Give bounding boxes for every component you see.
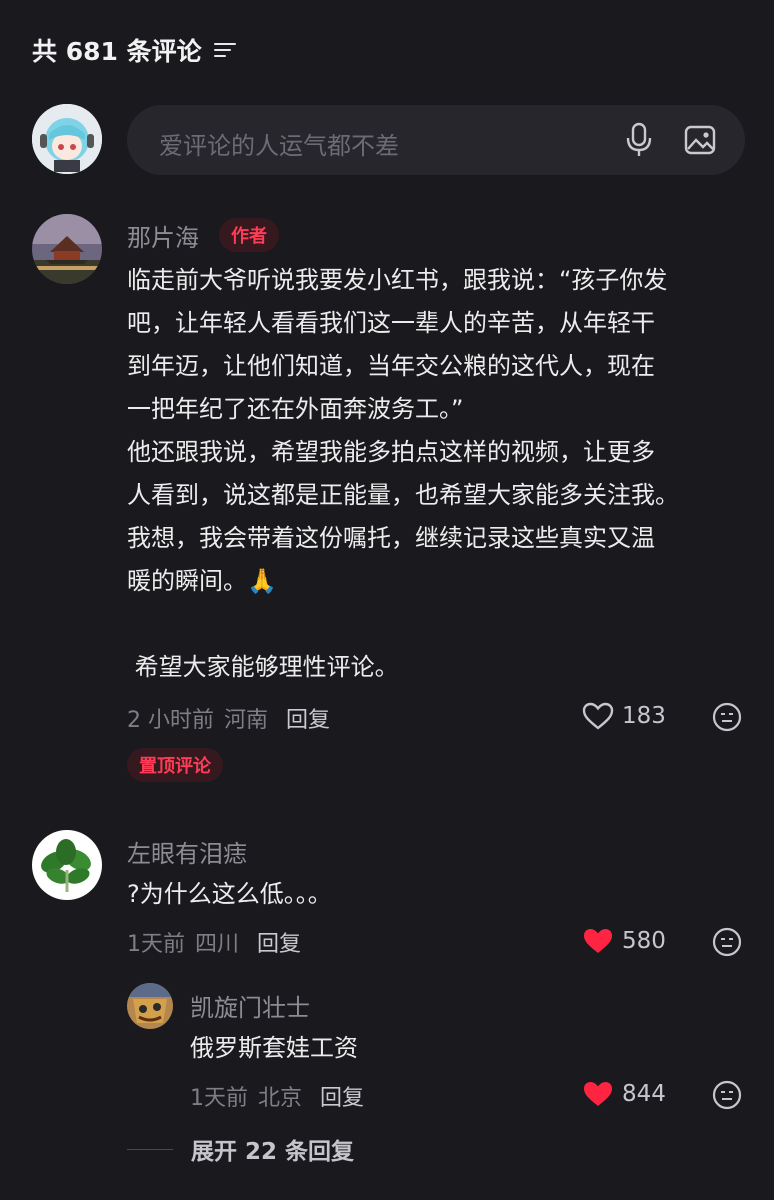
user-avatar[interactable] [32,830,102,900]
image-icon[interactable] [684,124,716,156]
comments-header: 共 681 条评论 [32,32,236,68]
comment-text: 临走前大爷听说我要发小红书，跟我说：“孩子你发 吧，让年轻人看看我们这一辈人的辛… [127,266,679,681]
like-button[interactable]: 183 [582,702,666,730]
expand-replies-label: 展开 22 条回复 [191,1139,355,1165]
divider-line [127,1148,173,1150]
comment-location: 河南 [224,708,269,733]
current-user-avatar[interactable] [32,104,102,174]
neutral-face-icon[interactable] [712,702,742,732]
author-badge: 作者 [219,218,279,252]
heart-filled-icon [584,929,612,953]
heart-filled-icon [584,1082,612,1106]
reply-text: 俄罗斯套娃工资 [190,1034,358,1062]
comment-count-title: 共 681 条评论 [32,37,202,66]
comment-username[interactable]: 左眼有泪痣 [127,834,247,869]
like-button[interactable]: 844 [582,1080,666,1108]
neutral-face-icon[interactable] [712,1080,742,1110]
author-avatar[interactable] [32,214,102,284]
expand-replies-button[interactable]: 展开 22 条回复 [127,1132,354,1166]
comment-location: 四川 [195,932,240,957]
like-count: 580 [622,928,666,954]
reply-button[interactable]: 回复 [320,1080,364,1112]
heart-outline-icon [582,702,614,730]
comment-meta: 2 小时前 河南 回复 [127,702,330,734]
sort-filter-icon[interactable] [213,42,236,58]
comment-username[interactable]: 那片海 [127,218,199,253]
comment-input[interactable]: 爱评论的人运气都不差 [127,105,745,175]
comment-meta: 1天前 四川 回复 [127,926,301,958]
comment-time: 2 小时前 [127,708,214,733]
reply-time: 1天前 [190,1086,248,1111]
comment-text: ?为什么这么低。。。 [127,880,332,908]
microphone-icon[interactable] [624,122,654,158]
like-count: 844 [622,1081,666,1107]
like-count: 183 [622,703,666,729]
like-button[interactable]: 580 [582,927,666,955]
reply-button[interactable]: 回复 [257,926,301,958]
reply-location: 北京 [258,1086,303,1111]
comment-time: 1天前 [127,932,185,957]
reply-button[interactable]: 回复 [286,702,330,734]
pinned-comment-badge: 置顶评论 [127,748,223,782]
neutral-face-icon[interactable] [712,927,742,957]
reply-username[interactable]: 凯旋门壮士 [190,988,310,1023]
comment-input-placeholder: 爱评论的人运气都不差 [159,132,399,160]
reply-user-avatar[interactable] [127,983,173,1029]
reply-meta: 1天前 北京 回复 [190,1080,364,1112]
